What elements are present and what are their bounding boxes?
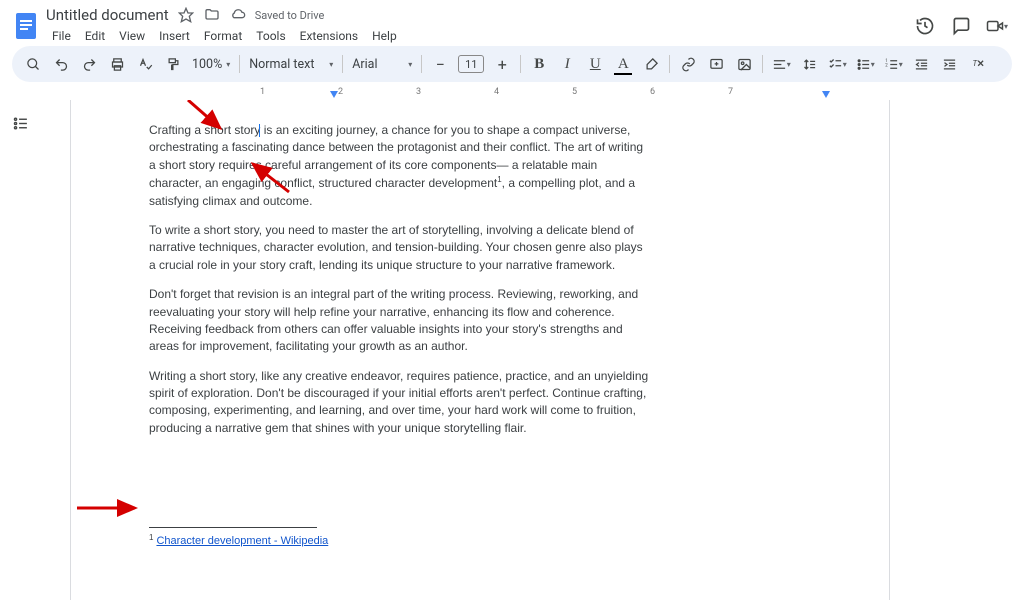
paragraph-1[interactable]: Crafting a short story is an exciting jo… (149, 122, 649, 210)
text-color-button[interactable]: A (610, 51, 636, 77)
menu-file[interactable]: File (46, 26, 77, 46)
paragraph-2[interactable]: To write a short story, you need to mast… (149, 222, 649, 274)
menu-insert[interactable]: Insert (153, 26, 196, 46)
toolbar: 100%▾ Normal text▾ Arial▾ − 11 + B I U A… (12, 46, 1012, 82)
history-icon[interactable] (914, 15, 936, 37)
footnote-separator (149, 527, 317, 528)
comment-icon[interactable] (950, 15, 972, 37)
document-page[interactable]: Crafting a short story is an exciting jo… (70, 100, 890, 600)
zoom-select[interactable]: 100%▾ (188, 51, 234, 77)
numbered-list-icon[interactable]: 12▾ (880, 51, 906, 77)
menubar: File Edit View Insert Format Tools Exten… (46, 26, 914, 46)
search-icon[interactable] (20, 51, 46, 77)
svg-text:T: T (972, 57, 978, 67)
increase-font-icon[interactable]: + (489, 51, 515, 77)
font-size-input[interactable]: 11 (458, 55, 484, 73)
highlight-button[interactable] (638, 51, 664, 77)
italic-button[interactable]: I (554, 51, 580, 77)
meet-icon[interactable]: ▾ (986, 15, 1008, 37)
checklist-icon[interactable]: ▾ (824, 51, 850, 77)
left-indent-marker[interactable] (330, 91, 338, 98)
svg-text:2: 2 (885, 63, 888, 68)
move-icon[interactable] (203, 6, 221, 24)
redo-icon[interactable] (76, 51, 102, 77)
paint-format-icon[interactable] (160, 51, 186, 77)
menu-help[interactable]: Help (366, 26, 403, 46)
right-indent-marker[interactable] (822, 91, 830, 98)
print-icon[interactable] (104, 51, 130, 77)
doc-title[interactable]: Untitled document (46, 6, 169, 24)
menu-format[interactable]: Format (198, 26, 248, 46)
clear-format-icon[interactable]: T (964, 51, 990, 77)
undo-icon[interactable] (48, 51, 74, 77)
increase-indent-icon[interactable] (936, 51, 962, 77)
menu-view[interactable]: View (113, 26, 151, 46)
docs-logo-icon[interactable] (12, 8, 40, 44)
vertical-ruler[interactable] (40, 100, 54, 600)
paragraph-4[interactable]: Writing a short story, like any creative… (149, 368, 649, 438)
menu-extensions[interactable]: Extensions (294, 26, 364, 46)
paragraph-3[interactable]: Don't forget that revision is an integra… (149, 286, 649, 356)
insert-image-icon[interactable] (731, 51, 757, 77)
outline-toggle-icon[interactable] (7, 110, 33, 136)
footnote-1[interactable]: 1Character development - Wikipedia (149, 532, 811, 550)
font-select[interactable]: Arial▾ (348, 51, 416, 77)
save-status: Saved to Drive (255, 9, 325, 22)
decrease-indent-icon[interactable] (908, 51, 934, 77)
add-comment-icon[interactable] (703, 51, 729, 77)
style-select[interactable]: Normal text▾ (245, 51, 337, 77)
star-icon[interactable] (177, 6, 195, 24)
menu-edit[interactable]: Edit (79, 26, 111, 46)
link-icon[interactable] (675, 51, 701, 77)
app-header: Untitled document Saved to Drive File Ed… (0, 0, 1024, 46)
footnote-link[interactable]: Character development - Wikipedia (156, 535, 328, 547)
cloud-icon[interactable] (229, 6, 247, 24)
decrease-font-icon[interactable]: − (427, 51, 453, 77)
horizontal-ruler[interactable]: 1 2 3 4 5 6 7 (0, 86, 1024, 100)
bullet-list-icon[interactable]: ▾ (852, 51, 878, 77)
bold-button[interactable]: B (526, 51, 552, 77)
spellcheck-icon[interactable] (132, 51, 158, 77)
align-button[interactable]: ▾ (768, 51, 794, 77)
line-spacing-icon[interactable] (796, 51, 822, 77)
underline-button[interactable]: U (582, 51, 608, 77)
menu-tools[interactable]: Tools (250, 26, 291, 46)
